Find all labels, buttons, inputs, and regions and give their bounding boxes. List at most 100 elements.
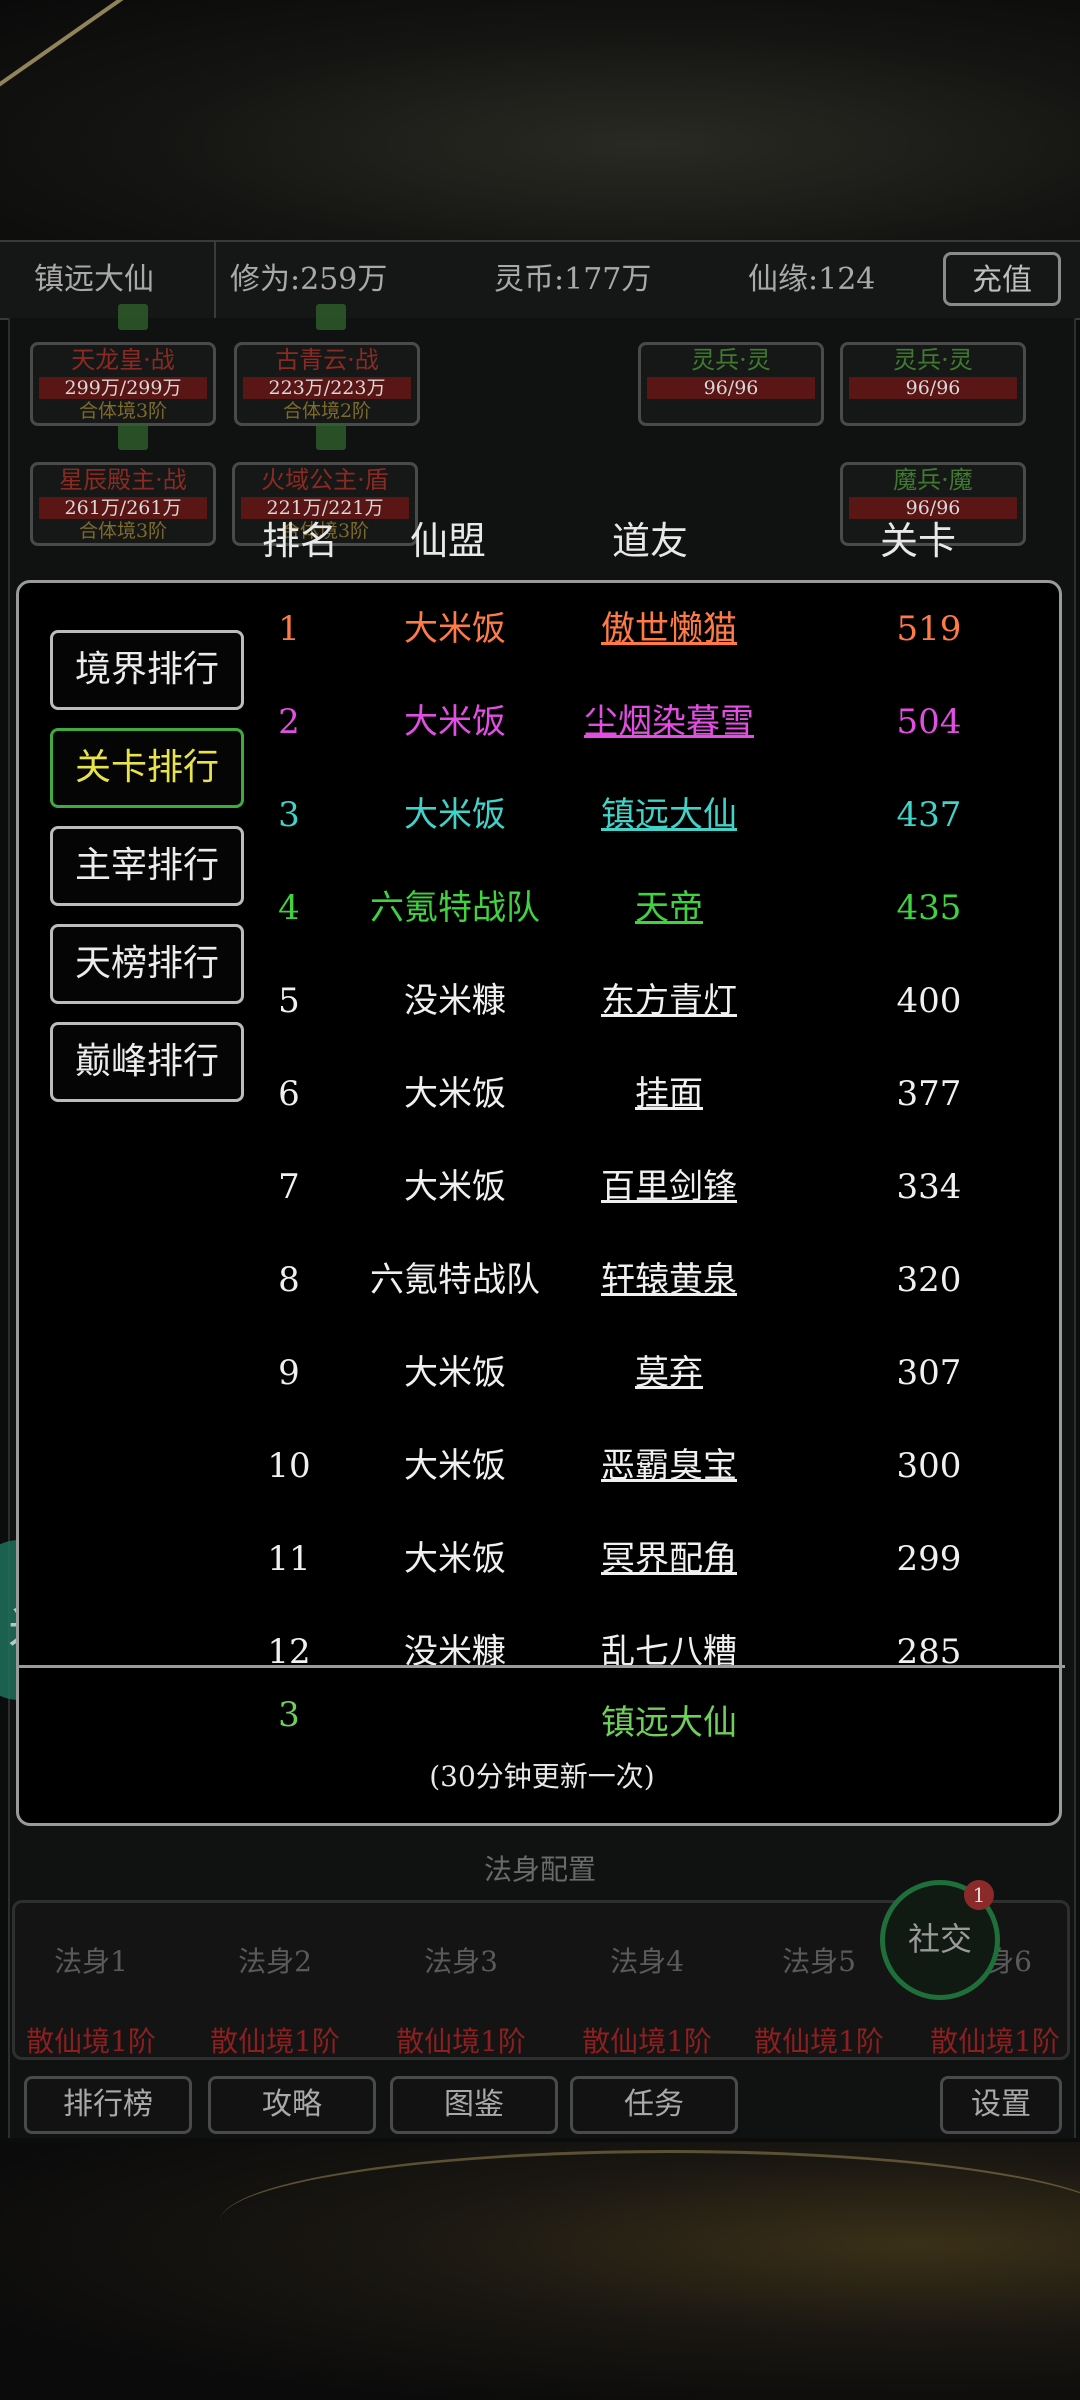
unit-name: 灵兵·灵 <box>691 346 771 374</box>
unit-hp: 299万/299万 <box>39 377 207 399</box>
upgrade-arrow-icon[interactable] <box>118 424 148 450</box>
player-name-link[interactable]: 挂面 <box>539 1048 799 1141</box>
rank-cell: 10 <box>267 1446 311 1486</box>
unit-level: 合体境3阶 <box>78 400 168 422</box>
fashen-label: 法身2 <box>238 1945 312 1978</box>
ranking-row[interactable]: 10 大米饭 恶霸臭宝 300 <box>19 1420 1065 1513</box>
rank-cell: 11 <box>267 1539 311 1579</box>
stage-cell: 320 <box>896 1260 962 1300</box>
unit-name: 灵兵·灵 <box>893 346 973 374</box>
settings-button[interactable]: 设置 <box>940 2076 1062 2134</box>
recharge-button[interactable]: 充值 <box>943 252 1061 306</box>
fashen-label: 法身3 <box>424 1945 498 1978</box>
rank-cell: 7 <box>278 1167 300 1207</box>
fate-value: 仙缘:124 <box>748 262 876 297</box>
header-rank: 排名 <box>262 519 339 563</box>
player-name-link[interactable]: 天帝 <box>539 862 799 955</box>
player-name-link[interactable]: 尘烟染暮雪 <box>539 676 799 769</box>
player-name-link[interactable]: 东方青灯 <box>539 955 799 1048</box>
tab-master-ranking[interactable]: 主宰排行 <box>50 826 244 906</box>
unit-name: 魔兵·魔 <box>893 466 973 494</box>
unit-hp: 96/96 <box>849 377 1017 399</box>
stage-cell: 400 <box>896 981 962 1021</box>
spirit-coin-value: 灵币:177万 <box>494 262 652 297</box>
player-name-link[interactable]: 百里剑锋 <box>539 1141 799 1234</box>
rank-cell: 9 <box>278 1353 300 1393</box>
fashen-config-title: 法身配置 <box>483 1853 596 1886</box>
gold-arc-decoration <box>220 2150 1080 2293</box>
ranking-row[interactable]: 12 没米糠 乱七八糟 285 <box>19 1606 1065 1665</box>
fashen-level: 散仙境1阶 <box>930 2025 1060 2058</box>
spirit-unit-card[interactable]: 灵兵·灵 96/96 <box>638 342 824 426</box>
rank-cell: 8 <box>278 1260 300 1300</box>
fashen-level: 散仙境1阶 <box>582 2025 712 2058</box>
divider <box>214 242 216 318</box>
fashen-level: 散仙境1阶 <box>754 2025 884 2058</box>
rank-cell: 4 <box>278 888 300 928</box>
ranking-row[interactable]: 7 大米饭 百里剑锋 334 <box>19 1141 1065 1234</box>
fashen-level: 散仙境1阶 <box>210 2025 340 2058</box>
my-rank: 3 <box>278 1695 300 1735</box>
rank-cell: 6 <box>278 1074 300 1114</box>
player-name-link[interactable]: 冥界配角 <box>539 1513 799 1606</box>
unit-hp: 96/96 <box>647 377 815 399</box>
codex-button[interactable]: 图鉴 <box>390 2076 558 2134</box>
fashen-slot[interactable]: 法身3 散仙境1阶 <box>386 1940 536 2060</box>
guide-button[interactable]: 攻略 <box>208 2076 376 2134</box>
task-button[interactable]: 任务 <box>570 2076 738 2134</box>
header-guild: 仙盟 <box>410 519 487 563</box>
fashen-label: 法身4 <box>610 1945 684 1978</box>
tab-realm-ranking[interactable]: 境界排行 <box>50 630 244 710</box>
unit-level: 合体境2阶 <box>282 400 372 422</box>
player-name-link[interactable]: 傲世懒猫 <box>539 583 799 676</box>
ranking-row[interactable]: 11 大米饭 冥界配角 299 <box>19 1513 1065 1606</box>
unit-hp: 223万/223万 <box>243 377 411 399</box>
upgrade-arrow-icon[interactable] <box>316 424 346 450</box>
player-name-link[interactable]: 莫弃 <box>539 1327 799 1420</box>
stage-cell: 377 <box>896 1074 962 1114</box>
stage-cell: 504 <box>896 702 962 742</box>
fashen-label: 法身5 <box>782 1945 856 1978</box>
leaderboard-button[interactable]: 排行榜 <box>24 2076 192 2134</box>
tab-stage-ranking[interactable]: 关卡排行 <box>50 728 244 808</box>
update-note: (30分钟更新一次) <box>429 1760 655 1793</box>
unit-card[interactable]: 古青云·战 223万/223万 合体境2阶 <box>234 342 420 426</box>
unit-name: 天龙皇·战 <box>71 346 175 374</box>
player-name-link[interactable]: 镇远大仙 <box>539 769 799 862</box>
tab-sky-ranking[interactable]: 天榜排行 <box>50 924 244 1004</box>
ranking-row[interactable]: 8 六氪特战队 轩辕黄泉 320 <box>19 1234 1065 1327</box>
rank-cell: 5 <box>278 981 300 1021</box>
fashen-slot[interactable]: 法身4 散仙境1阶 <box>572 1940 722 2060</box>
rank-cell: 12 <box>267 1632 311 1665</box>
cultivation-value: 修为:259万 <box>230 262 388 297</box>
stage-cell: 299 <box>896 1539 962 1579</box>
unit-card[interactable]: 天龙皇·战 299万/299万 合体境3阶 <box>30 342 216 426</box>
unit-name: 星辰殿主·战 <box>59 466 187 494</box>
stage-cell: 437 <box>896 795 962 835</box>
social-label: 社交 <box>907 1920 972 1958</box>
player-name-link[interactable]: 乱七八糟 <box>539 1606 799 1665</box>
fashen-slot[interactable]: 法身2 散仙境1阶 <box>200 1940 350 2060</box>
fashen-level: 散仙境1阶 <box>26 2025 156 2058</box>
fashen-slot[interactable]: 法身5 散仙境1阶 <box>744 1940 894 2060</box>
header-friend: 道友 <box>612 519 689 563</box>
stage-cell: 519 <box>896 609 962 649</box>
stage-cell: 307 <box>896 1353 962 1393</box>
player-name-link[interactable]: 恶霸臭宝 <box>539 1420 799 1513</box>
stage-cell: 435 <box>896 888 962 928</box>
rank-cell: 3 <box>278 795 300 835</box>
unit-name: 古青云·战 <box>275 346 379 374</box>
status-bar: 镇远大仙 修为:259万 灵币:177万 仙缘:124 充值 <box>0 240 1080 320</box>
divider <box>19 1665 1065 1668</box>
fashen-slot[interactable]: 法身1 散仙境1阶 <box>16 1940 166 2060</box>
stage-cell: 334 <box>896 1167 962 1207</box>
upgrade-arrow-icon[interactable] <box>118 304 148 330</box>
tab-peak-ranking[interactable]: 巅峰排行 <box>50 1022 244 1102</box>
my-name: 镇远大仙 <box>601 1703 737 1743</box>
notification-badge: 1 <box>964 1880 994 1910</box>
spirit-unit-card[interactable]: 灵兵·灵 96/96 <box>840 342 1026 426</box>
ranking-row[interactable]: 9 大米饭 莫弃 307 <box>19 1327 1065 1420</box>
player-name-link[interactable]: 轩辕黄泉 <box>539 1234 799 1327</box>
upgrade-arrow-icon[interactable] <box>316 304 346 330</box>
rank-cell: 1 <box>278 609 300 649</box>
